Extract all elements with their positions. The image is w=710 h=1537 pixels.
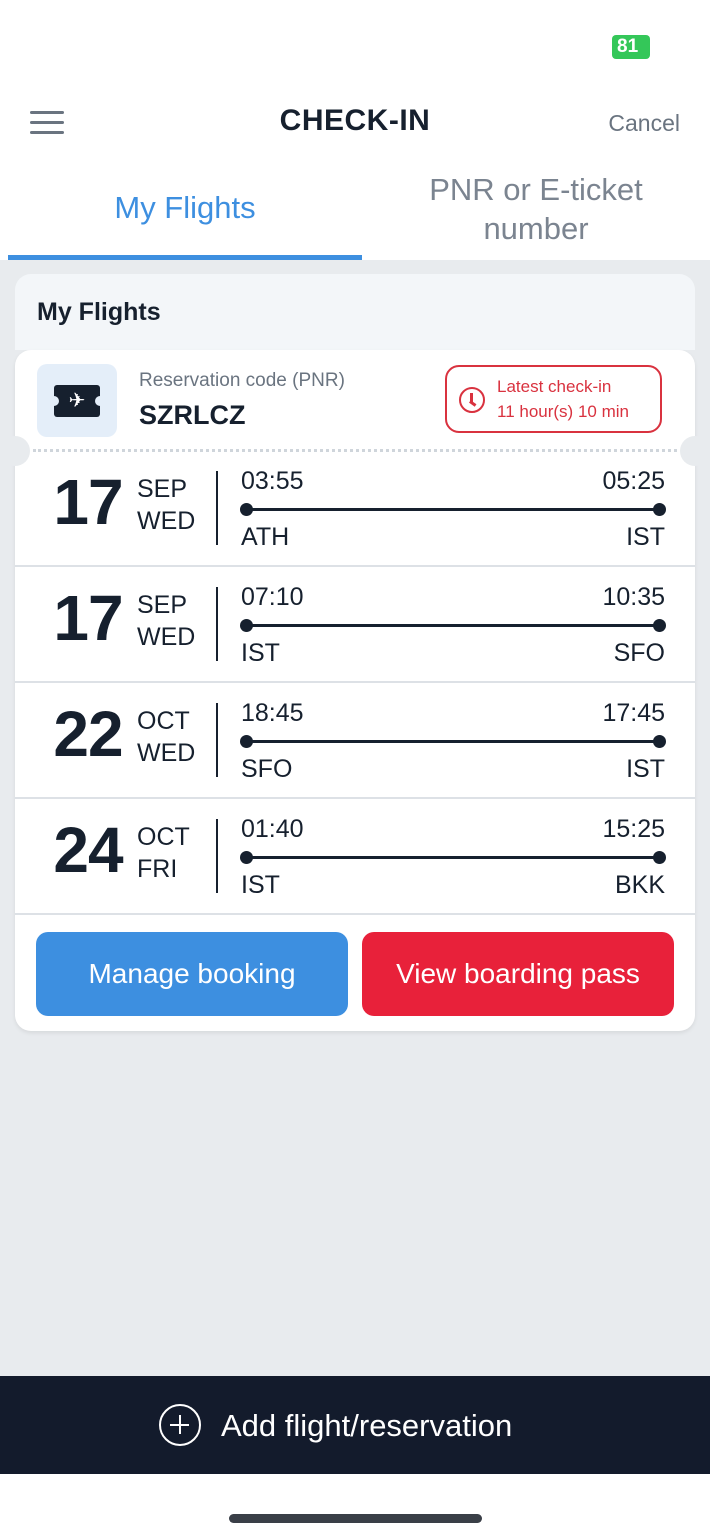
route-start-dot bbox=[240, 851, 253, 864]
header: CHECK-IN Cancel bbox=[0, 90, 710, 160]
segment-weekday: WED bbox=[137, 623, 196, 651]
departure-time: 18:45 bbox=[241, 699, 304, 727]
arrival-airport: BKK bbox=[614, 871, 665, 899]
checkin-badge-label: Latest check-in bbox=[497, 377, 612, 396]
departure-airport: ATH bbox=[241, 523, 290, 551]
arrival-time: 05:25 bbox=[602, 467, 665, 495]
arrival-airport: SFO bbox=[613, 639, 665, 667]
segment-day: 24 bbox=[53, 814, 123, 886]
departure-airport: SFO bbox=[241, 755, 293, 783]
segment-weekday: WED bbox=[137, 739, 196, 767]
home-area bbox=[0, 1474, 710, 1537]
add-flight-button[interactable]: Add flight/reservation bbox=[0, 1376, 710, 1474]
flight-segment[interactable]: 22 OCT WED 18:45 17:45 SFO IST bbox=[15, 683, 695, 799]
route-line bbox=[245, 740, 661, 743]
reservation-code: SZRLCZ bbox=[139, 400, 246, 430]
cancel-button[interactable]: Cancel bbox=[608, 110, 680, 137]
departure-airport: IST bbox=[241, 639, 280, 667]
arrival-time: 10:35 bbox=[602, 583, 665, 611]
view-boarding-pass-button[interactable]: View boarding pass bbox=[362, 932, 674, 1016]
departure-time: 03:55 bbox=[241, 467, 304, 495]
segment-divider bbox=[216, 471, 218, 545]
reservation-code-label: Reservation code (PNR) bbox=[139, 370, 345, 391]
tab-pnr-eticket[interactable]: PNR or E-ticket number bbox=[362, 160, 710, 260]
route-line bbox=[245, 856, 661, 859]
route-end-dot bbox=[653, 735, 666, 748]
tab-pnr-line1: PNR or E-ticket bbox=[429, 172, 643, 207]
segment-day: 17 bbox=[53, 582, 123, 654]
route-end-dot bbox=[653, 619, 666, 632]
route-line bbox=[245, 508, 661, 511]
segment-divider bbox=[216, 703, 218, 777]
segment-weekday: WED bbox=[137, 507, 196, 535]
route-start-dot bbox=[240, 619, 253, 632]
route-start-dot bbox=[240, 735, 253, 748]
arrival-airport: IST bbox=[626, 523, 665, 551]
segment-weekday: FRI bbox=[137, 855, 178, 883]
segment-divider bbox=[216, 819, 218, 893]
departure-time: 07:10 bbox=[241, 583, 304, 611]
battery-indicator: 81 bbox=[612, 35, 650, 59]
section-title: My Flights bbox=[15, 274, 695, 350]
segment-month: OCT bbox=[137, 707, 190, 735]
plus-circle-icon bbox=[159, 1404, 201, 1446]
clock-icon bbox=[459, 387, 485, 413]
segment-month: SEP bbox=[137, 591, 188, 619]
arrival-airport: IST bbox=[626, 755, 665, 783]
add-flight-label: Add flight/reservation bbox=[221, 1408, 513, 1443]
route-line bbox=[245, 624, 661, 627]
segment-month: SEP bbox=[137, 475, 188, 503]
segment-day: 17 bbox=[53, 466, 123, 538]
flight-segment[interactable]: 17 SEP WED 03:55 05:25 ATH IST bbox=[15, 451, 695, 567]
arrival-time: 17:45 bbox=[602, 699, 665, 727]
reservation-card: ✈ Reservation code (PNR) SZRLCZ Latest c… bbox=[0, 350, 710, 1031]
segment-month: OCT bbox=[137, 823, 190, 851]
departure-airport: IST bbox=[241, 871, 280, 899]
departure-time: 01:40 bbox=[241, 815, 304, 843]
tab-bar: My Flights PNR or E-ticket number bbox=[0, 160, 710, 260]
segment-day: 22 bbox=[53, 698, 123, 770]
home-indicator[interactable] bbox=[229, 1514, 482, 1523]
reservation-header: ✈ Reservation code (PNR) SZRLCZ Latest c… bbox=[15, 350, 695, 450]
manage-booking-button[interactable]: Manage booking bbox=[36, 932, 348, 1016]
route-start-dot bbox=[240, 503, 253, 516]
route-end-dot bbox=[653, 851, 666, 864]
tab-my-flights[interactable]: My Flights bbox=[8, 160, 362, 260]
segment-divider bbox=[216, 587, 218, 661]
checkin-deadline-badge: Latest check-in 11 hour(s) 10 min bbox=[445, 365, 662, 433]
tab-pnr-line2: number bbox=[483, 211, 589, 246]
page-title: CHECK-IN bbox=[279, 104, 431, 137]
arrival-time: 15:25 bbox=[602, 815, 665, 843]
route-end-dot bbox=[653, 503, 666, 516]
flight-segment[interactable]: 17 SEP WED 07:10 10:35 IST SFO bbox=[15, 567, 695, 683]
checkin-badge-time: 11 hour(s) 10 min bbox=[497, 402, 629, 421]
status-bar: 81 bbox=[0, 0, 710, 90]
flight-segment[interactable]: 24 OCT FRI 01:40 15:25 IST BKK bbox=[15, 799, 695, 915]
ticket-icon: ✈ bbox=[37, 364, 117, 437]
